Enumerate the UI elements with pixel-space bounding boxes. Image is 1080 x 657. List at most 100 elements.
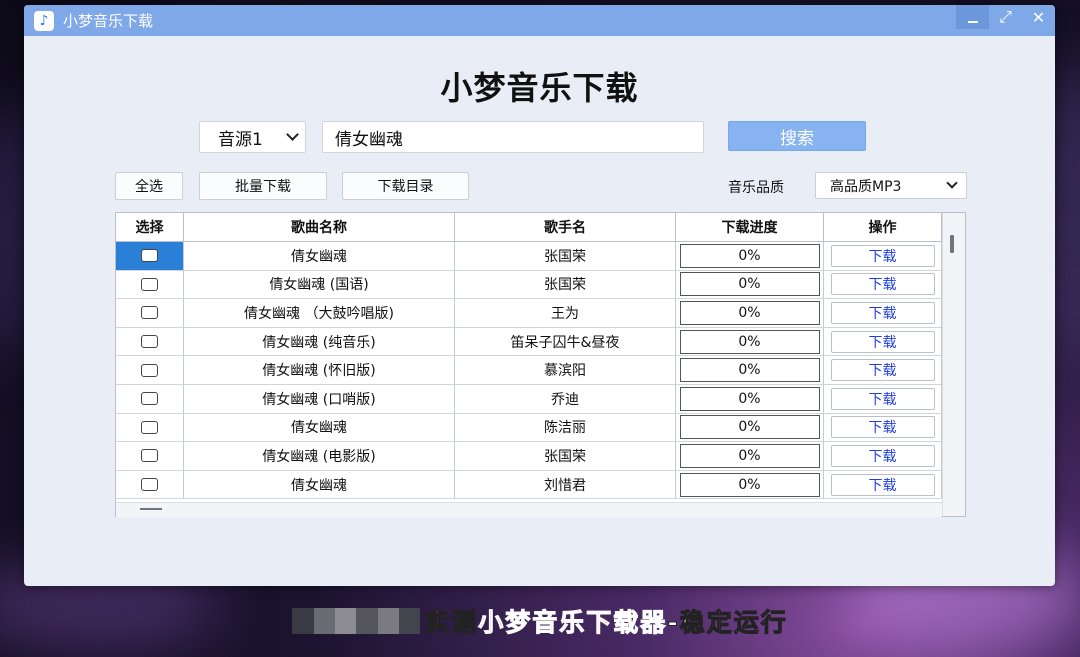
song-name: 倩女幽魂 xyxy=(184,413,455,443)
row-select-cell[interactable] xyxy=(116,270,184,300)
search-input[interactable] xyxy=(322,121,704,153)
row-select-cell[interactable] xyxy=(116,470,184,500)
row-checkbox[interactable] xyxy=(141,277,158,291)
batch-download-button[interactable]: 批量下载 xyxy=(199,172,327,200)
download-button[interactable]: 下载 xyxy=(830,473,935,496)
artist-name: 张国荣 xyxy=(455,270,676,300)
horizontal-scrollbar-thumb[interactable] xyxy=(140,508,162,510)
download-button[interactable]: 下载 xyxy=(830,387,935,410)
column-header-artist[interactable]: 歌手名 xyxy=(455,213,676,242)
artist-name: 张国荣 xyxy=(455,442,676,471)
action-cell: 下载 xyxy=(824,270,942,300)
progress-bar: 0% xyxy=(679,415,820,440)
row-checkbox[interactable] xyxy=(141,449,158,463)
horizontal-scrollbar-track[interactable] xyxy=(116,502,942,517)
progress-cell: 0% xyxy=(676,356,824,385)
table-row[interactable]: 倩女幽魂 陈洁丽 0% 下载 xyxy=(116,413,942,443)
progress-cell: 0% xyxy=(676,384,824,414)
window-controls: ⤢ ✕ xyxy=(956,5,1055,36)
window-title: 小梦音乐下载 xyxy=(63,12,154,30)
table-row[interactable]: 倩女幽魂 （大鼓吟唱版) 王为 0% 下载 xyxy=(116,299,942,328)
progress-bar: 0% xyxy=(679,300,820,325)
song-name: 倩女幽魂 xyxy=(184,470,455,500)
download-button[interactable]: 下载 xyxy=(830,273,935,296)
download-button[interactable]: 下载 xyxy=(830,359,935,382)
download-button[interactable]: 下载 xyxy=(830,244,935,267)
app-window: ♪ 小梦音乐下载 ⤢ ✕ 小梦音乐下载 音源1 搜索 全选 批量下载 下载目录 … xyxy=(24,5,1055,586)
artist-name: 王为 xyxy=(455,299,676,328)
minimize-button[interactable] xyxy=(956,5,989,29)
row-select-cell[interactable] xyxy=(116,299,184,328)
column-header-action[interactable]: 操作 xyxy=(824,213,942,242)
row-select-cell[interactable] xyxy=(116,384,184,414)
quality-select-value: 高品质MP3 xyxy=(830,178,902,195)
download-button[interactable]: 下载 xyxy=(830,330,935,353)
song-name: 倩女幽魂 (纯音乐) xyxy=(184,327,455,357)
source-select[interactable]: 音源1 xyxy=(199,121,306,153)
table-body: 倩女幽魂 张国荣 0% 下载 倩女幽魂 (国语) 张国荣 0% 下载 倩女幽魂 … xyxy=(116,242,942,500)
close-button[interactable]: ✕ xyxy=(1022,5,1055,29)
action-cell: 下载 xyxy=(824,413,942,443)
mosaic-blur xyxy=(292,608,421,634)
action-cell: 下载 xyxy=(824,442,942,471)
row-select-cell[interactable] xyxy=(116,442,184,471)
column-header-progress[interactable]: 下载进度 xyxy=(676,213,824,242)
quality-select[interactable]: 高品质MP3 xyxy=(815,172,967,199)
action-cell: 下载 xyxy=(824,242,942,271)
column-header-song[interactable]: 歌曲名称 xyxy=(184,213,455,242)
artist-name: 刘惜君 xyxy=(455,470,676,500)
action-cell: 下载 xyxy=(824,356,942,385)
progress-cell: 0% xyxy=(676,270,824,300)
column-header-select[interactable]: 选择 xyxy=(116,213,184,242)
progress-cell: 0% xyxy=(676,299,824,328)
title-bar[interactable]: ♪ 小梦音乐下载 ⤢ ✕ xyxy=(24,5,1055,36)
action-cell: 下载 xyxy=(824,327,942,357)
progress-bar: 0% xyxy=(679,386,820,411)
table-row[interactable]: 倩女幽魂 刘惜君 0% 下载 xyxy=(116,470,942,500)
download-button[interactable]: 下载 xyxy=(830,301,935,324)
row-checkbox[interactable] xyxy=(141,249,158,263)
row-select-cell[interactable] xyxy=(116,242,184,271)
download-button[interactable]: 下载 xyxy=(830,416,935,439)
song-name: 倩女幽魂 （大鼓吟唱版) xyxy=(184,299,455,328)
row-select-cell[interactable] xyxy=(116,327,184,357)
row-checkbox[interactable] xyxy=(141,363,158,377)
table-row[interactable]: 倩女幽魂 (国语) 张国荣 0% 下载 xyxy=(116,270,942,300)
vertical-scrollbar-thumb[interactable] xyxy=(950,235,954,253)
progress-cell: 0% xyxy=(676,327,824,357)
progress-bar: 0% xyxy=(679,472,820,497)
vertical-scrollbar-track[interactable] xyxy=(942,213,965,516)
progress-cell: 0% xyxy=(676,442,824,471)
search-button[interactable]: 搜索 xyxy=(728,121,866,151)
table-header: 选择 歌曲名称 歌手名 下载进度 操作 xyxy=(116,213,942,242)
row-select-cell[interactable] xyxy=(116,356,184,385)
progress-cell: 0% xyxy=(676,470,824,500)
table-row[interactable]: 倩女幽魂 (电影版) 张国荣 0% 下载 xyxy=(116,442,942,471)
download-button[interactable]: 下载 xyxy=(830,444,935,467)
caption-suffix: -稳定运行 xyxy=(667,608,788,638)
action-cell: 下载 xyxy=(824,299,942,328)
table-row[interactable]: 倩女幽魂 张国荣 0% 下载 xyxy=(116,242,942,271)
song-name: 倩女幽魂 (电影版) xyxy=(184,442,455,471)
artist-name: 慕滨阳 xyxy=(455,356,676,385)
caption-prefix: 实测 xyxy=(424,608,479,638)
table-row[interactable]: 倩女幽魂 (纯音乐) 笛呆子囚牛&昼夜 0% 下载 xyxy=(116,327,942,357)
artist-name: 笛呆子囚牛&昼夜 xyxy=(455,327,676,357)
music-note-icon: ♪ xyxy=(34,10,54,31)
table-row[interactable]: 倩女幽魂 (口哨版) 乔迪 0% 下载 xyxy=(116,384,942,414)
action-cell: 下载 xyxy=(824,384,942,414)
progress-cell: 0% xyxy=(676,242,824,271)
row-checkbox[interactable] xyxy=(141,478,158,492)
source-select-value: 音源1 xyxy=(218,129,263,150)
row-select-cell[interactable] xyxy=(116,413,184,443)
row-checkbox[interactable] xyxy=(141,420,158,434)
row-checkbox[interactable] xyxy=(141,392,158,406)
row-checkbox[interactable] xyxy=(141,306,158,320)
song-name: 倩女幽魂 (口哨版) xyxy=(184,384,455,414)
artist-name: 张国荣 xyxy=(455,242,676,271)
row-checkbox[interactable] xyxy=(141,335,158,349)
table-row[interactable]: 倩女幽魂 (怀旧版) 慕滨阳 0% 下载 xyxy=(116,356,942,385)
select-all-button[interactable]: 全选 xyxy=(115,172,183,200)
download-dir-button[interactable]: 下载目录 xyxy=(342,172,469,200)
maximize-button[interactable]: ⤢ xyxy=(989,5,1022,29)
